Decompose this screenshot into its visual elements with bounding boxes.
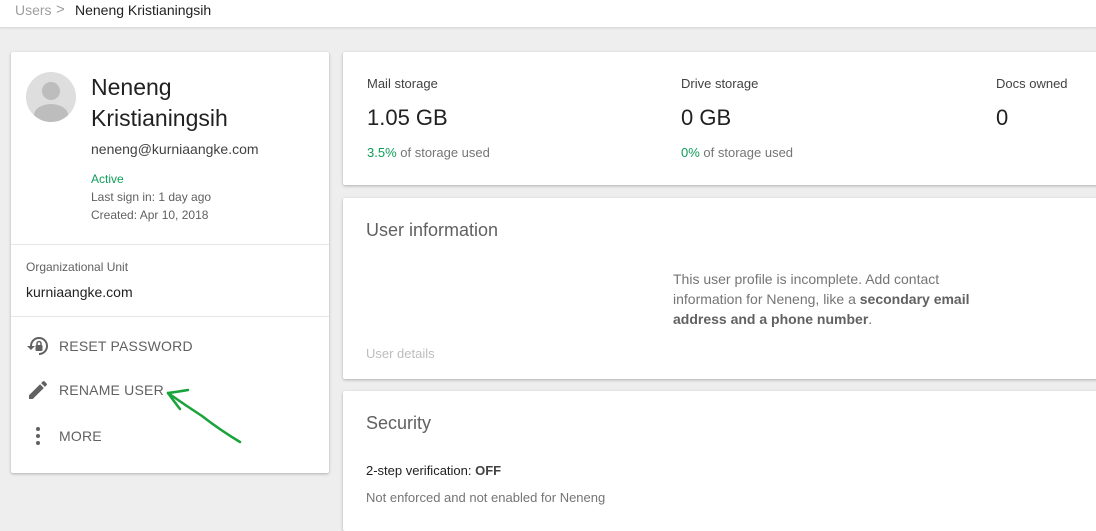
breadcrumb-current: Neneng Kristianingsih	[75, 2, 212, 18]
user-information-card: User information This user profile is in…	[343, 198, 1096, 379]
more-vert-icon	[26, 424, 50, 448]
last-sign-in: Last sign in: 1 day ago	[91, 190, 212, 204]
more-label: MORE	[59, 428, 102, 444]
docs-owned-label: Docs owned	[996, 76, 1068, 91]
two-step-verification[interactable]: 2-step verification: OFF	[366, 463, 501, 478]
breadcrumb-users-link[interactable]: Users	[15, 2, 52, 18]
rename-user-label: RENAME USER	[59, 382, 164, 398]
two-step-label: 2-step verification:	[366, 463, 476, 478]
security-title: Security	[366, 413, 432, 433]
drive-storage-percent: 0%	[681, 145, 700, 160]
person-icon	[34, 82, 68, 122]
message-suffix: .	[868, 311, 873, 327]
mail-storage-value: 1.05 GB	[367, 105, 448, 130]
storage-card: Mail storage 1.05 GB 3.5% of storage use…	[343, 52, 1096, 185]
status-badge: Active	[91, 172, 124, 186]
divider	[11, 316, 329, 317]
two-step-status: OFF	[475, 463, 502, 478]
user-email: neneng@kurniaangke.com	[91, 141, 259, 157]
avatar	[26, 72, 76, 122]
incomplete-profile-message: This user profile is incomplete. Add con…	[673, 269, 973, 329]
top-bar: Users > Neneng Kristianingsih	[0, 0, 1096, 28]
pencil-icon	[26, 378, 50, 402]
docs-owned-value: 0	[996, 105, 1009, 130]
drive-storage-label: Drive storage	[681, 76, 759, 91]
user-information-title: User information	[366, 220, 499, 240]
security-card: Security 2-step verification: OFF Not en…	[343, 391, 1096, 531]
user-name: Neneng Kristianingsih	[91, 74, 228, 131]
org-unit-value: kurniaangke.com	[26, 284, 133, 300]
mail-storage-percent: 3.5%	[367, 145, 397, 160]
two-step-description: Not enforced and not enabled for Neneng	[366, 490, 606, 505]
mail-storage-suffix: of storage used	[396, 145, 490, 160]
org-unit-label: Organizational Unit	[26, 260, 129, 274]
drive-storage-value: 0 GB	[681, 105, 732, 130]
mail-storage-label: Mail storage	[367, 76, 438, 91]
divider	[11, 244, 329, 245]
lock-reset-icon	[26, 334, 50, 358]
annotation-arrow-icon	[166, 388, 242, 444]
mail-storage-usage: 3.5% of storage used	[367, 145, 490, 160]
created-date: Created: Apr 10, 2018	[91, 208, 209, 222]
drive-storage-usage: 0% of storage used	[681, 145, 793, 160]
drive-storage-suffix: of storage used	[699, 145, 794, 160]
breadcrumb-separator: >	[56, 1, 65, 18]
user-details-link[interactable]: User details	[366, 346, 435, 361]
